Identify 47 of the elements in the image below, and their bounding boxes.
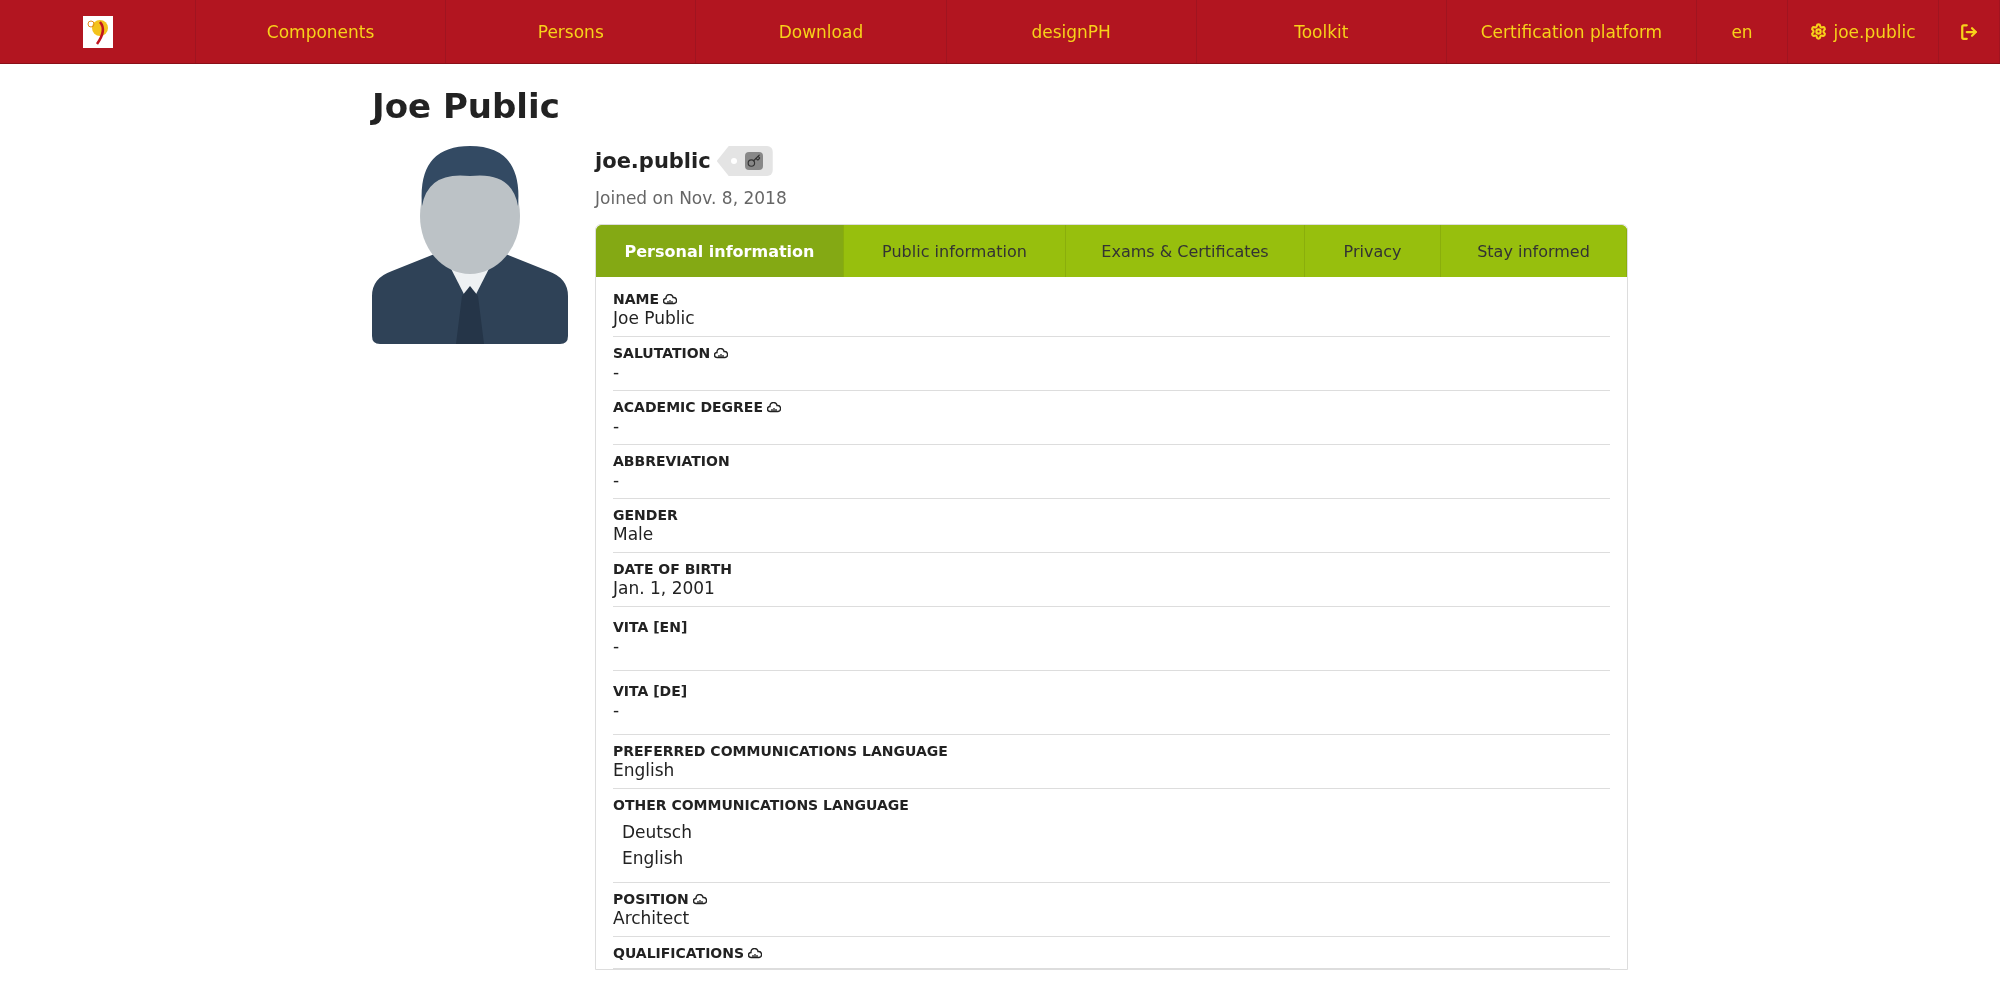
field-label: DATE OF BIRTH — [613, 561, 732, 577]
nav-link[interactable]: Components — [266, 21, 375, 42]
key-icon — [746, 154, 761, 168]
field-label: SALUTATION — [613, 345, 711, 361]
field-label: NAME — [613, 291, 660, 307]
logout-link[interactable] — [1960, 22, 1979, 41]
field-label: VITA [EN] — [613, 619, 688, 635]
logo[interactable] — [82, 15, 113, 48]
field-label: ABBREVIATION — [613, 453, 730, 469]
key-tag[interactable] — [716, 146, 773, 176]
field-value: Male — [613, 523, 655, 545]
cloud-icon — [692, 893, 707, 905]
nav-link[interactable]: Download — [778, 21, 864, 42]
field-value: - — [613, 415, 621, 437]
language-link[interactable]: en — [1731, 21, 1753, 42]
field-label: VITA [DE] — [613, 683, 688, 699]
field-label: ACADEMIC DEGREE — [613, 399, 763, 415]
cloud-icon — [663, 293, 678, 305]
field-label: OTHER COMMUNICATIONS LANGUAGE — [613, 797, 909, 813]
field-value: Jan. 1, 2001 — [613, 577, 716, 599]
field-value: - — [613, 699, 621, 721]
field-value: English — [621, 847, 685, 870]
cloud-icon — [767, 401, 781, 413]
field-value: - — [613, 469, 621, 491]
cloud-icon — [748, 947, 763, 959]
cloud-icon — [714, 347, 729, 359]
settings-icon — [1810, 23, 1828, 40]
field-label: POSITION — [613, 891, 689, 907]
nav-link[interactable]: Certification platform — [1480, 21, 1663, 42]
user-link[interactable]: joe.public — [1810, 21, 1916, 42]
field-value: - — [613, 635, 621, 657]
field-value: English — [613, 759, 676, 781]
page-title: Joe Public — [372, 86, 561, 126]
username: joe.public — [595, 149, 711, 173]
field-value: Joe Public — [613, 307, 696, 329]
logout-icon — [1960, 22, 1979, 41]
field-value: Deutsch — [621, 821, 693, 844]
joined-date: Joined on Nov. 8, 2018 — [595, 188, 788, 208]
nav-link[interactable]: designPH — [1031, 21, 1111, 42]
nav-link[interactable]: Persons — [537, 21, 604, 42]
field-value: Architect — [613, 907, 691, 929]
nav-link[interactable]: Toolkit — [1294, 21, 1349, 42]
field-value: - — [613, 361, 621, 383]
field-label: PREFERRED COMMUNICATIONS LANGUAGE — [613, 743, 948, 759]
field-label: GENDER — [613, 507, 678, 523]
field-label: QUALIFICATIONS — [613, 945, 745, 961]
tab[interactable]: Personal information — [596, 225, 844, 277]
